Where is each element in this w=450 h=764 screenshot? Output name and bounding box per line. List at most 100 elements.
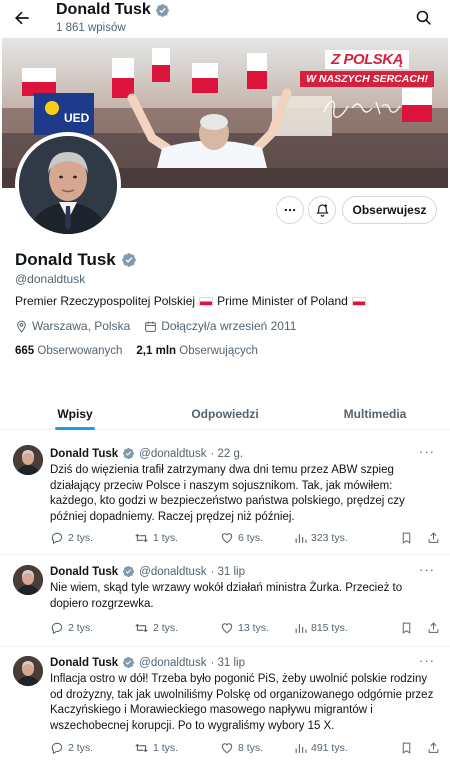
tweet-header: Donald Tusk @donaldtusk · 31 lip [50, 565, 245, 578]
share-icon[interactable] [427, 531, 440, 545]
repost-icon [135, 533, 148, 543]
followers-count: 2,1 mln [136, 345, 177, 357]
tweet-text: Dziś do więzienia trafił zatrzymany dwa … [50, 463, 438, 525]
verified-icon [155, 3, 170, 18]
views-button[interactable]: 323 tys. [294, 532, 390, 545]
views-count: 491 tys. [311, 742, 348, 754]
following-link[interactable]: 665 Obserwowanych [15, 345, 122, 357]
followers-link[interactable]: 2,1 mln Obserwujących [136, 345, 257, 357]
more-dots-icon [284, 208, 296, 212]
reply-button[interactable]: 2 tys. [50, 621, 134, 635]
header-name: Donald Tusk [56, 1, 151, 18]
share-icon[interactable] [427, 621, 440, 635]
repost-button[interactable]: 1 tys. [134, 741, 220, 755]
tab-media[interactable]: Multimedia [300, 398, 450, 429]
tweet-avatar[interactable] [13, 445, 43, 475]
search-icon[interactable] [415, 9, 432, 26]
repost-button[interactable]: 2 tys. [134, 621, 220, 635]
views-button[interactable]: 491 tys. [294, 742, 390, 755]
like-button[interactable]: 8 tys. [220, 741, 294, 755]
views-icon [295, 533, 307, 543]
tweet-header: Donald Tusk @donaldtusk · 31 lip [50, 656, 245, 669]
calendar-icon [145, 321, 157, 332]
tweet-actions: 2 tys. 2 tys. 13 tys. 815 tys. [50, 621, 440, 635]
views-icon [295, 743, 307, 753]
header-name-row: Donald Tusk [56, 1, 170, 19]
bookmark-icon[interactable] [400, 741, 413, 755]
share-icon[interactable] [427, 741, 440, 755]
more-options-button[interactable] [276, 196, 304, 224]
heart-icon [221, 743, 233, 754]
tab-replies[interactable]: Odpowiedzi [150, 398, 300, 429]
notifications-button[interactable] [308, 196, 336, 224]
tweet-more-icon[interactable]: ··· [419, 562, 435, 577]
reply-count: 2 tys. [68, 742, 94, 754]
bio-text-pl: Premier Rzeczypospolitej Polskiej [15, 294, 196, 308]
reply-icon [51, 742, 63, 755]
tweet-time[interactable]: · 31 lip [210, 566, 245, 578]
repost-count: 1 tys. [153, 742, 179, 754]
reply-button[interactable]: 2 tys. [50, 741, 134, 755]
location-item: Warszawa, Polska [15, 319, 130, 333]
repost-button[interactable]: 1 tys. [134, 531, 220, 545]
tweet-author-handle[interactable]: @donaldtusk [139, 657, 206, 669]
banner-badge: Z POLSKĄ W NASZYCH SERCACH! [300, 50, 434, 87]
avatar-image [19, 136, 117, 234]
tweet-time[interactable]: · 31 lip [210, 657, 245, 669]
profile-stats: 665 Obserwowanych 2,1 mln Obserwujących [15, 345, 258, 357]
verified-icon [121, 252, 137, 268]
tweet[interactable]: Donald Tusk @donaldtusk · 22 g. ··· Dziś… [0, 431, 450, 555]
tweet-text: Inflacja ostro w dół! Trzeba było pogoni… [50, 672, 438, 734]
signature-image [322, 94, 402, 120]
tweet-more-icon[interactable]: ··· [419, 653, 435, 668]
verified-icon [123, 656, 135, 669]
reply-count: 2 tys. [68, 622, 94, 634]
profile-bio: Premier Rzeczypospolitej Polskiej Prime … [15, 294, 366, 308]
location-text: Warszawa, Polska [32, 319, 131, 333]
tweet-avatar[interactable] [13, 565, 43, 595]
tweet-text-line: każdego, kto godzi w bezpieczeństwo pańs… [50, 495, 405, 507]
tweet-text-line: działający przeciw Polsce i naszym sojus… [50, 479, 393, 492]
bookmark-icon[interactable] [400, 531, 413, 545]
tab-label: Wpisy [57, 407, 93, 421]
repost-icon [135, 623, 148, 633]
tweet[interactable]: Donald Tusk @donaldtusk · 31 lip ··· Nie… [0, 555, 450, 647]
tweet-text-line: później dopadniemy. Raczej prędzej niż p… [50, 510, 295, 523]
tab-label: Multimedia [343, 407, 407, 421]
views-icon [295, 623, 307, 633]
repost-icon [135, 743, 148, 753]
reply-icon [51, 532, 63, 545]
tweet-actions: 2 tys. 1 tys. 8 tys. 491 tys. [50, 741, 440, 755]
tweet-text-line: dopiero rozgrzewka. [50, 597, 154, 610]
tweet[interactable]: Donald Tusk @donaldtusk · 31 lip ··· Inf… [0, 647, 450, 764]
tweet-more-icon[interactable]: ··· [419, 444, 435, 459]
tweet-author-handle[interactable]: @donaldtusk [139, 566, 206, 578]
tweet-author-name[interactable]: Donald Tusk [50, 566, 118, 578]
tweet-author-name[interactable]: Donald Tusk [50, 448, 118, 460]
views-button[interactable]: 815 tys. [294, 622, 390, 635]
reply-button[interactable]: 2 tys. [50, 531, 134, 545]
back-arrow-icon[interactable] [12, 8, 32, 28]
profile-tabs: Wpisy Odpowiedzi Multimedia [0, 398, 450, 430]
repost-count: 2 tys. [153, 622, 179, 634]
bookmark-icon[interactable] [400, 621, 413, 635]
post-count: 1 861 wpisów [56, 22, 126, 34]
tweet-author-name[interactable]: Donald Tusk [50, 657, 118, 669]
profile-handle: @donaldtusk [15, 272, 86, 286]
views-count: 815 tys. [311, 622, 348, 634]
location-pin-icon [17, 320, 26, 333]
tweet-text-line: Inflacja ostro w dół! Trzeba było pogoni… [50, 673, 428, 685]
badge-line1: Z POLSKĄ [325, 50, 409, 69]
like-button[interactable]: 6 tys. [220, 531, 294, 545]
tab-posts[interactable]: Wpisy [0, 398, 150, 430]
profile-avatar[interactable] [15, 132, 121, 238]
like-count: 8 tys. [238, 742, 264, 754]
following-button[interactable]: Obserwujesz [342, 196, 437, 224]
like-count: 13 tys. [238, 622, 269, 634]
like-button[interactable]: 13 tys. [220, 621, 294, 635]
tweet-avatar[interactable] [13, 656, 43, 686]
active-tab-indicator [55, 427, 95, 430]
reply-icon [51, 622, 63, 635]
tweet-time[interactable]: · 22 g. [210, 448, 243, 460]
tweet-author-handle[interactable]: @donaldtusk [139, 448, 206, 460]
